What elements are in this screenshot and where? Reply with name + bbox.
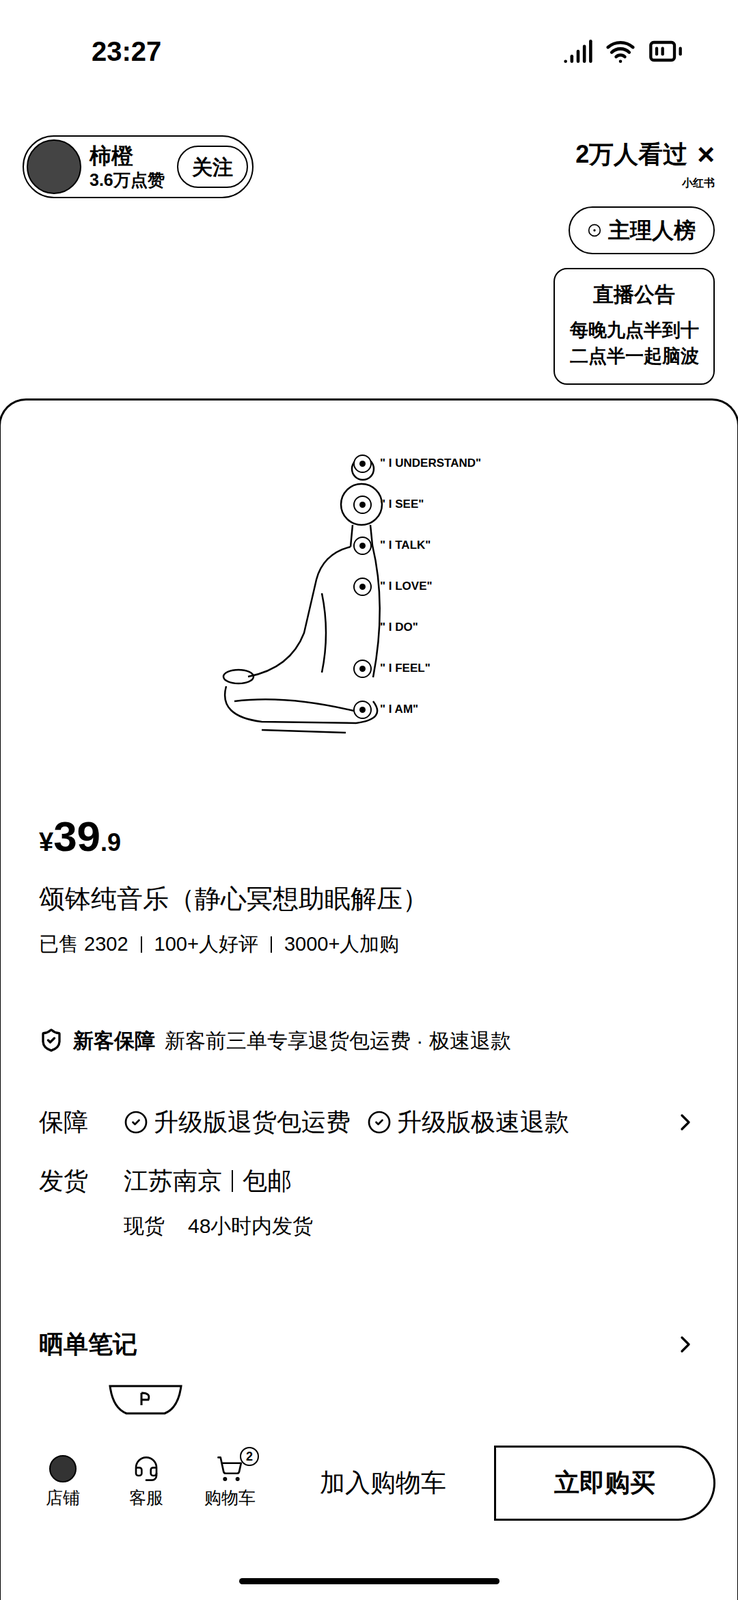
- follow-button[interactable]: 关注: [176, 145, 249, 188]
- chakra-symbol-icon: [353, 454, 372, 473]
- guarantee-item: 升级版极速退款: [366, 1103, 570, 1141]
- chakra-label: " I TALK": [379, 536, 431, 555]
- meditation-figure-icon: [0, 400, 738, 756]
- chakra-label: " I FEEL": [379, 659, 431, 678]
- status-time: 23:27: [91, 30, 162, 72]
- ranking-icon: [587, 223, 602, 238]
- chakra-symbol-icon: [353, 495, 372, 514]
- check-icon: [123, 1109, 149, 1135]
- price: ¥39.9: [38, 815, 700, 862]
- bottom-nav-item[interactable]: 店铺: [21, 1454, 105, 1511]
- platform-tag: 小红书: [681, 174, 715, 192]
- chakra-label: " I SEE": [379, 495, 424, 514]
- cart-badge: 2: [239, 1446, 259, 1466]
- app-screen: 23:27 柿橙3.6万点赞关注 2万人看过 × 小红书主理人榜直播公告每晚九点半到十二…: [0, 0, 738, 1600]
- streamer-pill: 柿橙3.6万点赞关注: [22, 135, 254, 199]
- add-to-cart-button[interactable]: 加入购物车: [271, 1445, 495, 1521]
- signal-icon: [563, 36, 594, 67]
- chakra-label: " I AM": [379, 700, 419, 719]
- chakra-symbol-icon: [353, 577, 372, 596]
- chakra-row: " I SEE": [353, 483, 482, 525]
- bottom-nav-item[interactable]: 购物车2: [187, 1454, 272, 1511]
- chakra-symbol-icon: [353, 659, 372, 678]
- announcement-text: 每晚九点半到十二点半一起脑波: [565, 317, 703, 370]
- announcement-title: 直播公告: [593, 278, 676, 310]
- chakra-row: " I TALK": [353, 524, 482, 566]
- guarantee-row[interactable]: 保障升级版退货包运费升级版极速退款: [38, 1103, 700, 1141]
- buy-now-button[interactable]: 立即购买: [494, 1445, 716, 1521]
- chakra-symbol-icon: [353, 700, 372, 719]
- battery-icon: [647, 33, 684, 70]
- bottom-nav-item[interactable]: 客服: [104, 1454, 188, 1511]
- notes-row[interactable]: 晒单笔记: [38, 1325, 700, 1363]
- chakra-label: " I LOVE": [379, 577, 433, 596]
- chakra-row: " I DO": [353, 606, 482, 648]
- product-sheet: " I UNDERSTAND" " I SEE" " I TALK" " I LOVE…: [0, 398, 738, 1600]
- shield-check-icon: [38, 1027, 64, 1053]
- guarantee-item: 升级版退货包运费: [123, 1103, 351, 1141]
- product-stats: 已售 2302 100+人好评 3000+人加购: [38, 929, 700, 960]
- product-title: 颂钵纯音乐（静心冥想助眠解压）: [38, 882, 700, 916]
- stat-item: 已售 2302: [38, 929, 129, 960]
- chakra-row: " I UNDERSTAND": [353, 442, 482, 484]
- chakra-row: " I FEEL": [353, 647, 482, 689]
- chakra-row: " I LOVE": [353, 565, 482, 607]
- viewer-count: 2万人看过: [575, 135, 688, 173]
- cart-icon: [215, 1454, 244, 1483]
- wifi-icon: [605, 36, 636, 67]
- store-avatar-icon: [49, 1454, 77, 1483]
- shipping-detail: 现货48小时内发货: [38, 1210, 700, 1241]
- close-button[interactable]: ×: [697, 139, 715, 170]
- chevron-right-icon: [671, 1108, 700, 1136]
- new-customer-row: 新客保障新客前三单专享退货包运费 · 极速退款: [38, 1025, 700, 1056]
- status-bar: 23:27: [0, 0, 738, 103]
- streamer-likes: 3.6万点赞: [89, 169, 165, 191]
- product-image: " I UNDERSTAND" " I SEE" " I TALK" " I LOVE…: [0, 400, 738, 756]
- streamer-name: 柿橙: [89, 142, 165, 170]
- home-indicator: [239, 1577, 500, 1584]
- bottom-bar: 店铺客服购物车2加入购物车立即购买: [0, 1444, 738, 1522]
- note-thumbnail-icon: [107, 1383, 184, 1416]
- stat-item: 100+人好评: [154, 929, 259, 960]
- shipping-row: 发货江苏南京包邮: [38, 1162, 700, 1200]
- chakra-label: " I DO": [379, 618, 419, 637]
- streamer-avatar[interactable]: [26, 139, 82, 195]
- chakra-row: " I AM": [353, 688, 482, 730]
- chakra-symbol-icon: [353, 536, 372, 555]
- headset-icon: [132, 1454, 160, 1483]
- chakra-label: " I UNDERSTAND": [379, 454, 482, 473]
- live-header: 柿橙3.6万点赞关注 2万人看过 × 小红书主理人榜直播公告每晚九点半到十二点半一起脑…: [0, 102, 738, 399]
- ranking-button[interactable]: 主理人榜: [568, 206, 715, 255]
- announcement-card[interactable]: 直播公告每晚九点半到十二点半一起脑波: [553, 267, 715, 385]
- check-icon: [366, 1109, 392, 1135]
- stat-item: 3000+人加购: [284, 929, 400, 960]
- chevron-right-icon: [671, 1330, 700, 1358]
